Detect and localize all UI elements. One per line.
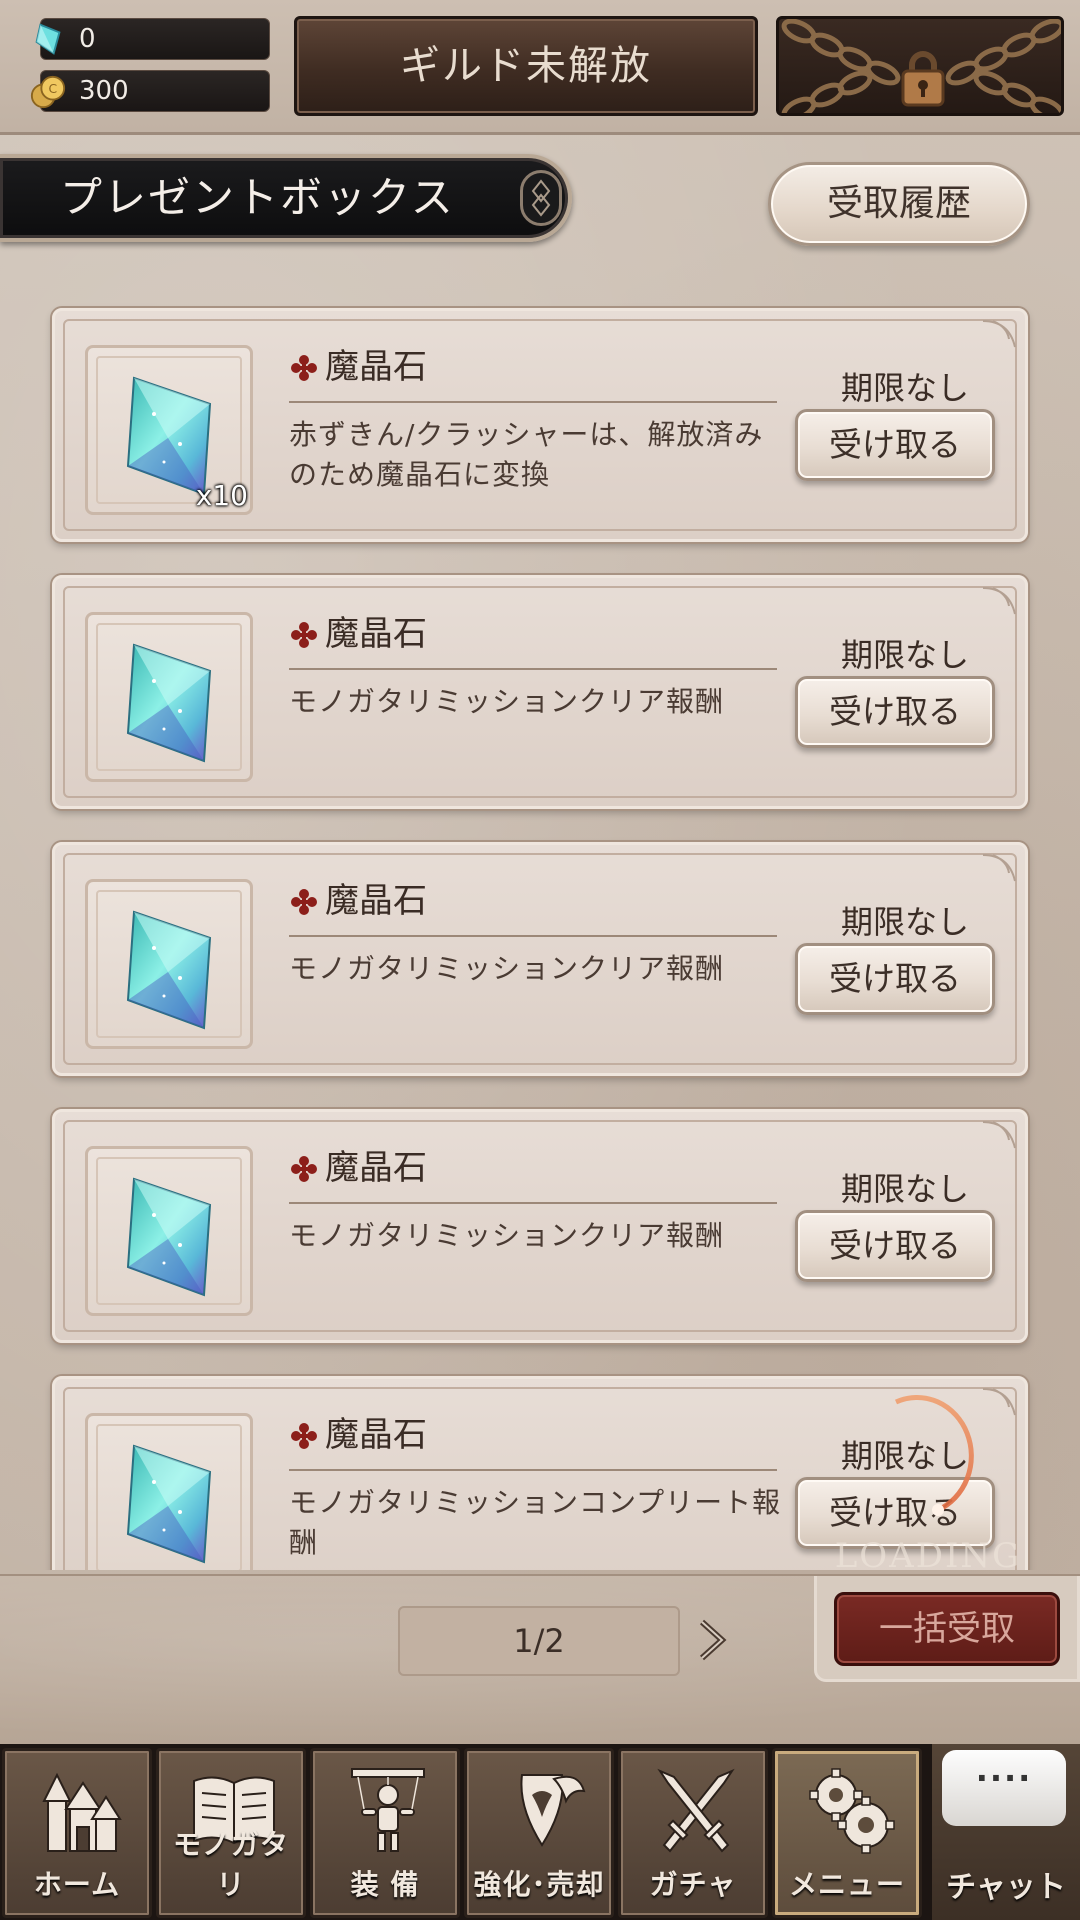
nav-chat[interactable]: ···· チャット: [932, 1744, 1080, 1920]
item-name: 魔晶石: [289, 881, 427, 921]
crystal-icon: [126, 910, 212, 1030]
present-list[interactable]: x10 魔晶石 赤ずきん/クラッシャーは、解放済みのため魔晶石に変換 期限なし …: [0, 280, 1080, 1570]
nav-menu-label: メニュー: [788, 1868, 905, 1901]
expiry-label: 期限なし: [840, 369, 969, 407]
item-name-text: 魔晶石: [325, 1415, 427, 1455]
corner-ornament-icon: [982, 1121, 1016, 1149]
section-bar: プレゼントボックス 受取履歴: [0, 150, 1080, 274]
divider: [289, 935, 777, 937]
present-item-card: 魔晶石 モノガタリミッションクリア報酬 期限なし 受け取る: [52, 575, 1028, 809]
receive-button[interactable]: 受け取る: [795, 676, 995, 748]
receive-button[interactable]: 受け取る: [795, 943, 995, 1015]
bottom-nav: ホーム モノガタリ 装 備 強化･売却 ガチャ メニュー ···· チャット: [0, 1744, 1080, 1920]
crystal-icon: [126, 643, 212, 763]
nav-story[interactable]: モノガタリ: [156, 1748, 306, 1918]
expiry-label: 期限なし: [840, 636, 969, 674]
receive-button[interactable]: 受け取る: [795, 1210, 995, 1282]
crystal-icon: [126, 1444, 212, 1564]
item-name-text: 魔晶石: [325, 1148, 427, 1188]
corner-ornament-icon: [982, 320, 1016, 348]
crossed-swords-icon: [657, 1768, 735, 1853]
quatrefoil-icon: [291, 355, 317, 381]
nav-enhance-label: 強化･売却: [473, 1868, 605, 1901]
coin-count: 300: [79, 76, 129, 106]
divider: [289, 401, 777, 403]
nav-equip[interactable]: 装 備: [310, 1748, 460, 1918]
gem-counter: 0: [35, 18, 270, 60]
item-description: モノガタリミッションクリア報酬: [289, 1219, 725, 1252]
nav-gacha-label: ガチャ: [649, 1868, 737, 1901]
quantity-badge: x10: [195, 479, 248, 512]
item-description: モノガタリミッションコンプリート報酬: [289, 1486, 782, 1559]
guild-button[interactable]: ギルド未解放: [294, 16, 758, 116]
corner-ornament-icon: [982, 854, 1016, 882]
present-item-card: 魔晶石 モノガタリミッションクリア報酬 期限なし 受け取る: [52, 842, 1028, 1076]
gem-icon: [35, 23, 61, 55]
top-header: 0 C 300 ギルド未解放: [0, 0, 1080, 135]
gears-icon: [809, 1768, 895, 1854]
chain-lock-icon: [781, 19, 1061, 113]
nav-home[interactable]: ホーム: [2, 1748, 152, 1918]
ornament-icon: [520, 170, 562, 226]
nav-enhance[interactable]: 強化･売却: [464, 1748, 614, 1918]
crystal-icon: [126, 1177, 212, 1297]
item-name: 魔晶石: [289, 347, 427, 387]
present-item-card: x10 魔晶石 赤ずきん/クラッシャーは、解放済みのため魔晶石に変換 期限なし …: [52, 308, 1028, 542]
nav-home-label: ホーム: [33, 1868, 121, 1901]
quatrefoil-icon: [291, 622, 317, 648]
item-icon-frame: x10: [85, 345, 253, 515]
present-item-card: 魔晶石 モノガタリミッションクリア報酬 期限なし 受け取る: [52, 1109, 1028, 1343]
quatrefoil-icon: [291, 889, 317, 915]
item-name-text: 魔晶石: [325, 614, 427, 654]
chevron-right-icon[interactable]: [694, 1618, 730, 1662]
coin-icon: C: [30, 75, 66, 109]
castle-icon: [42, 1772, 122, 1852]
item-name: 魔晶石: [289, 614, 427, 654]
puppet-icon: [351, 1768, 425, 1852]
nav-chat-label: チャット: [946, 1870, 1066, 1905]
chat-bubble-icon: ····: [942, 1750, 1066, 1826]
list-control-bar: 1/2 一括受取: [0, 1574, 1080, 1744]
nav-story-label: モノガタリ: [172, 1828, 289, 1901]
item-icon-frame: [85, 1413, 253, 1570]
svg-text:C: C: [48, 82, 57, 96]
page-indicator: 1/2: [398, 1606, 680, 1676]
divider: [289, 1202, 777, 1204]
item-name: 魔晶石: [289, 1148, 427, 1188]
nav-menu[interactable]: メニュー: [772, 1748, 922, 1918]
expiry-label: 期限なし: [840, 903, 969, 941]
divider: [289, 1469, 777, 1471]
divider: [289, 668, 777, 670]
receive-button[interactable]: 受け取る: [795, 409, 995, 481]
item-name: 魔晶石: [289, 1415, 427, 1455]
item-description: モノガタリミッションクリア報酬: [289, 952, 725, 985]
loading-text: LOADING: [834, 1536, 1022, 1576]
quatrefoil-icon: [291, 1156, 317, 1182]
loading-spinner-icon: [894, 1394, 974, 1516]
quatrefoil-icon: [291, 1423, 317, 1449]
nav-equip-label: 装 備: [350, 1868, 420, 1901]
coin-counter: C 300: [30, 70, 270, 112]
shield-icon: [520, 1774, 586, 1847]
section-title: プレゼントボックス: [0, 154, 572, 242]
item-name-text: 魔晶石: [325, 881, 427, 921]
item-icon-frame: [85, 612, 253, 782]
item-icon-frame: [85, 879, 253, 1049]
locked-feature-panel[interactable]: [776, 16, 1064, 116]
item-description: 赤ずきん/クラッシャーは、解放済みのため魔晶石に変換: [289, 418, 764, 491]
corner-ornament-icon: [982, 587, 1016, 615]
expiry-label: 期限なし: [840, 1170, 969, 1208]
gem-count: 0: [79, 24, 96, 54]
item-description: モノガタリミッションクリア報酬: [289, 685, 725, 718]
item-name-text: 魔晶石: [325, 347, 427, 387]
bulk-receive-button[interactable]: 一括受取: [834, 1592, 1060, 1666]
item-icon-frame: [85, 1146, 253, 1316]
receive-history-button[interactable]: 受取履歴: [768, 162, 1030, 246]
nav-gacha[interactable]: ガチャ: [618, 1748, 768, 1918]
